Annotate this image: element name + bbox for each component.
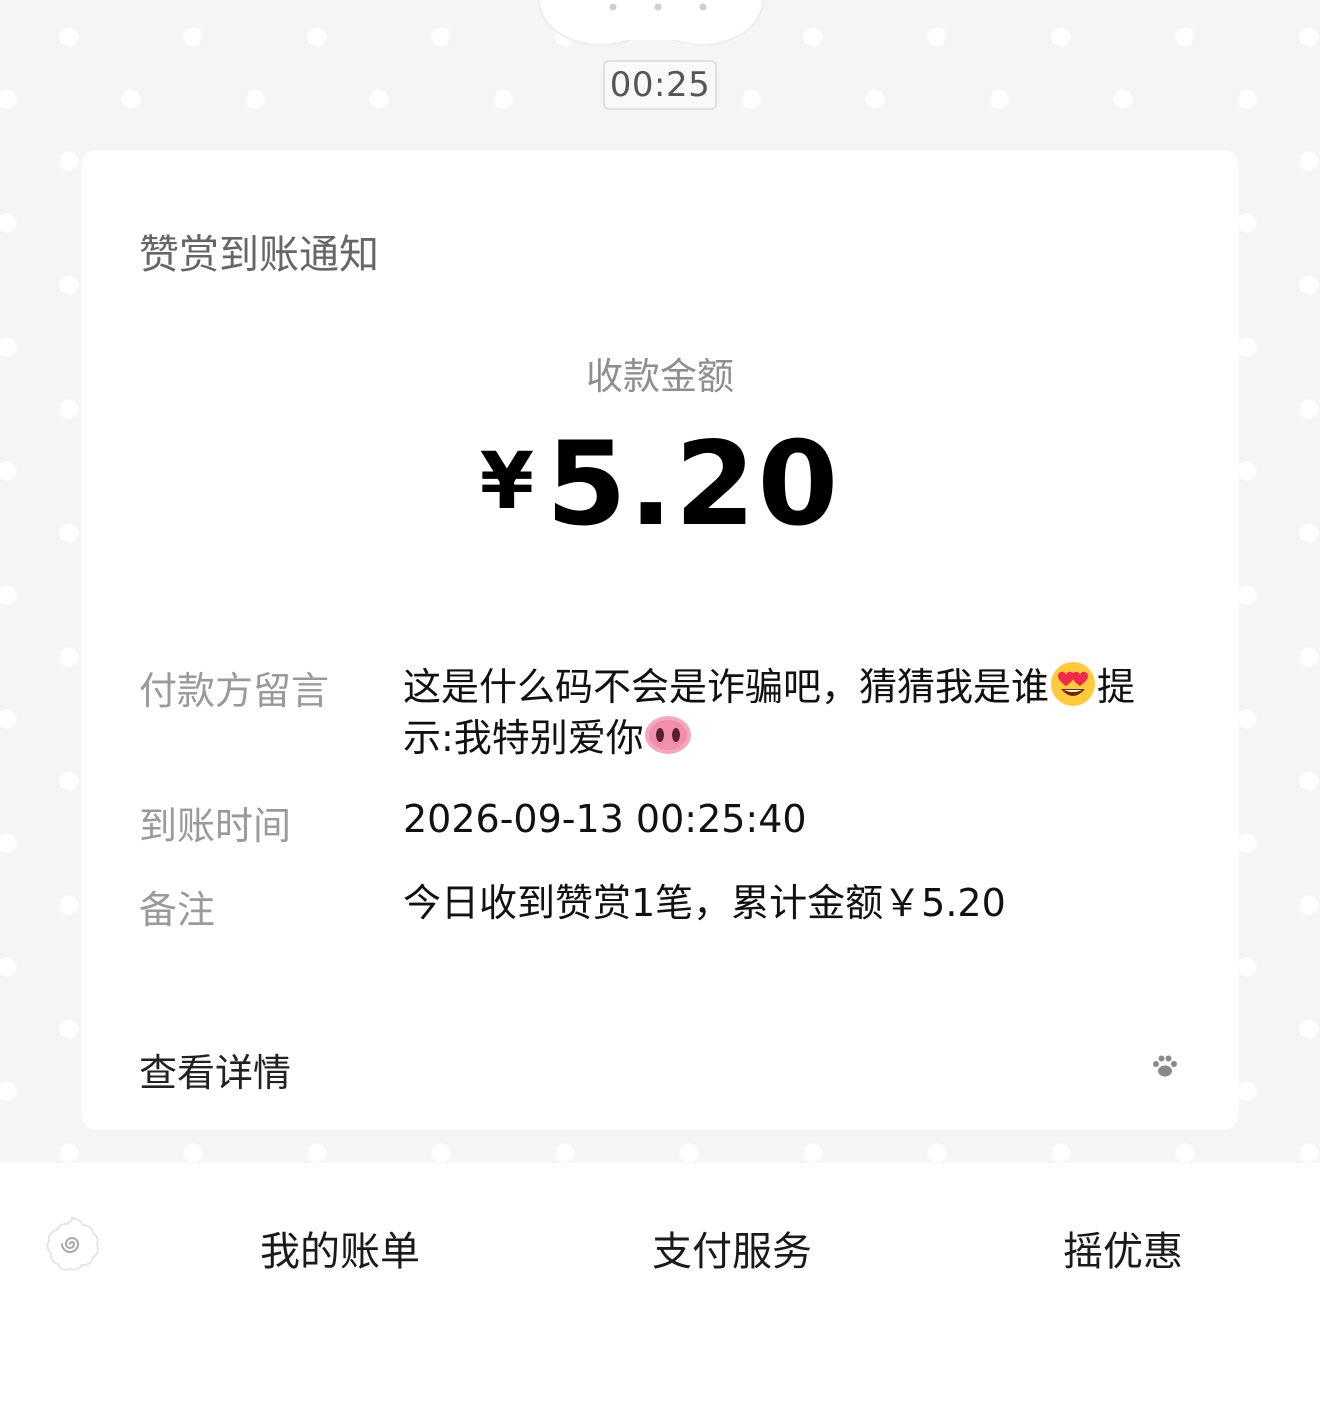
spiral-menu-icon[interactable] [43,1215,101,1273]
remark-label: 备注 [139,888,216,932]
reward-notification-card[interactable]: 赞赏到账通知 收款金额 ¥5.20 付款方留言 这是什么码不会是诈骗吧，猜猜我是… [81,150,1239,1130]
chat-background: 00:25 赞赏到账通知 收款金额 ¥5.20 付款方留言 这是什么码不会是诈骗… [0,0,1320,1163]
amount-label: 收款金额 [586,355,734,398]
arrival-time-value: 2026-09-13 00:25:40 [403,797,807,841]
arrival-time-label: 到账时间 [139,804,292,848]
remark-value: 今日收到赞赏1笔，累计金额￥5.20 [403,881,1006,925]
heart-eyes-emoji-icon [1051,662,1096,706]
bottom-menu-bar: 我的账单 支付服务 摇优惠 [0,1163,1320,1425]
my-bills-menu[interactable]: 我的账单 [260,1219,420,1277]
payer-message-label: 付款方留言 [139,669,330,713]
amount-value: 5.20 [546,417,841,552]
amount-display: ¥5.20 [81,415,1239,555]
cloud-decoration-icon [538,0,764,46]
paw-icon [1153,1055,1177,1077]
pig-nose-emoji-icon [644,716,691,754]
card-title: 赞赏到账通知 [139,232,379,278]
shake-discounts-menu[interactable]: 摇优惠 [1063,1219,1183,1277]
payer-message-value: 这是什么码不会是诈骗吧，猜猜我是谁 提示:我特别爱你 [403,660,1163,762]
view-details-link[interactable]: 查看详情 [139,1038,1179,1098]
payment-services-menu[interactable]: 支付服务 [652,1219,812,1277]
message-timestamp: 00:25 [603,60,717,110]
payer-message-text-1: 这是什么码不会是诈骗吧，猜猜我是谁 [403,665,1050,709]
view-details-label: 查看详情 [139,1051,292,1095]
currency-symbol: ¥ [479,437,535,527]
